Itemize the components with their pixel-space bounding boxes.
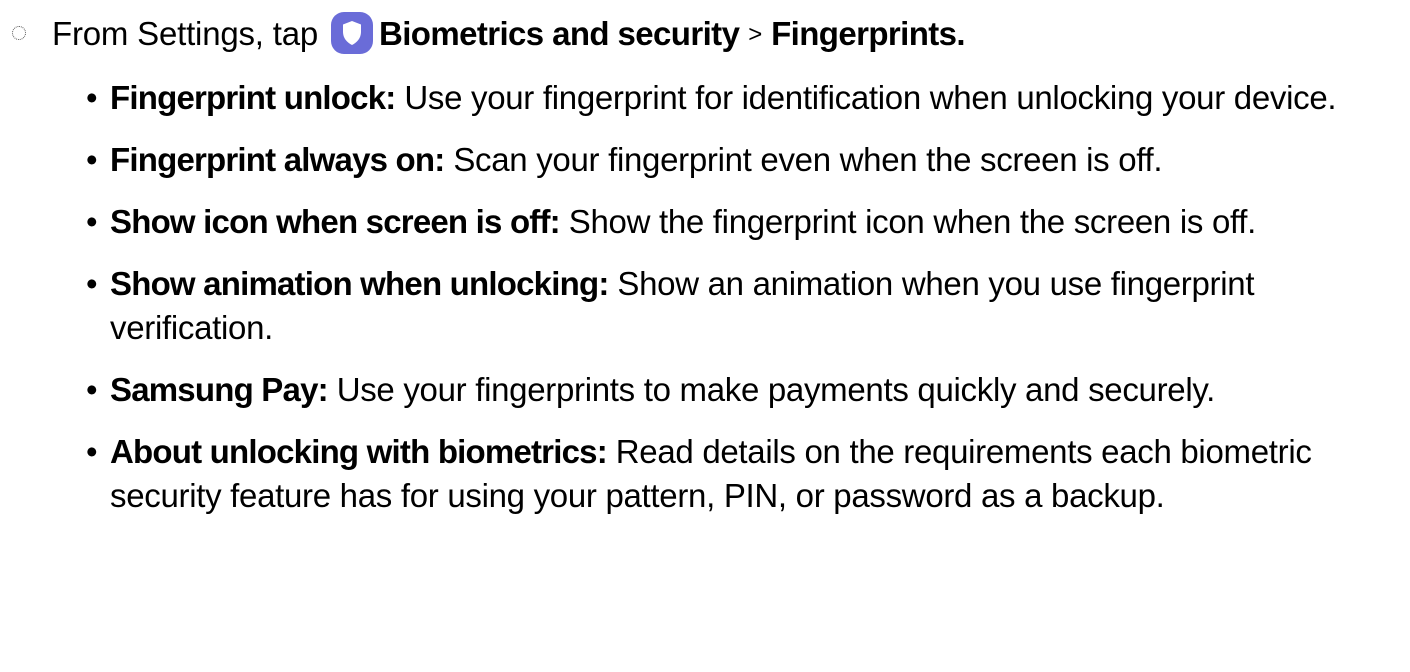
bullet: • xyxy=(86,265,98,302)
option-term: Fingerprint unlock: xyxy=(110,79,396,116)
bullet: • xyxy=(86,433,98,470)
menu-item-biometrics: Biometrics and security xyxy=(378,15,740,52)
list-item-show-animation-when-unlocking: • Show animation when unlocking: Show an… xyxy=(86,262,1280,350)
list-item-fingerprint-unlock: • Fingerprint unlock: Use your fingerpri… xyxy=(86,76,1400,120)
list-item-about-unlocking-with-biometrics: • About unlocking with biometrics: Read … xyxy=(86,430,1380,518)
bullet: • xyxy=(86,371,98,408)
submenu-item-fingerprints: Fingerprints. xyxy=(771,15,965,52)
bullet: • xyxy=(86,203,98,240)
option-description: Use your fingerprints to make payments q… xyxy=(336,371,1216,408)
step-instruction: From Settings, tap Biometrics and securi… xyxy=(0,12,1410,60)
bullet: • xyxy=(86,79,98,116)
option-description: Show the fingerprint icon when the scree… xyxy=(568,203,1257,240)
option-description: Use your fingerprint for identification … xyxy=(404,79,1337,116)
option-term: Fingerprint always on: xyxy=(110,141,445,178)
option-term: Show animation when unlocking: xyxy=(110,265,609,302)
option-term: Show icon when screen is off: xyxy=(110,203,561,240)
fingerprint-options-list: • Fingerprint unlock: Use your fingerpri… xyxy=(86,76,1396,536)
option-term: About unlocking with biometrics: xyxy=(110,433,608,470)
list-item-samsung-pay: • Samsung Pay: Use your fingerprints to … xyxy=(86,368,1396,412)
shield-icon xyxy=(330,12,373,54)
step-prefix: From Settings, tap xyxy=(52,15,319,52)
option-term: Samsung Pay: xyxy=(110,371,329,408)
step-marker-icon xyxy=(12,26,26,40)
list-item-show-icon-when-screen-off: • Show icon when screen is off: Show the… xyxy=(86,200,1350,244)
step-text: From Settings, tap Biometrics and securi… xyxy=(52,12,966,57)
path-separator: > xyxy=(748,21,763,48)
option-description: Scan your fingerprint even when the scre… xyxy=(453,141,1163,178)
bullet: • xyxy=(86,141,98,178)
list-item-fingerprint-always-on: • Fingerprint always on: Scan your finge… xyxy=(86,138,1396,182)
